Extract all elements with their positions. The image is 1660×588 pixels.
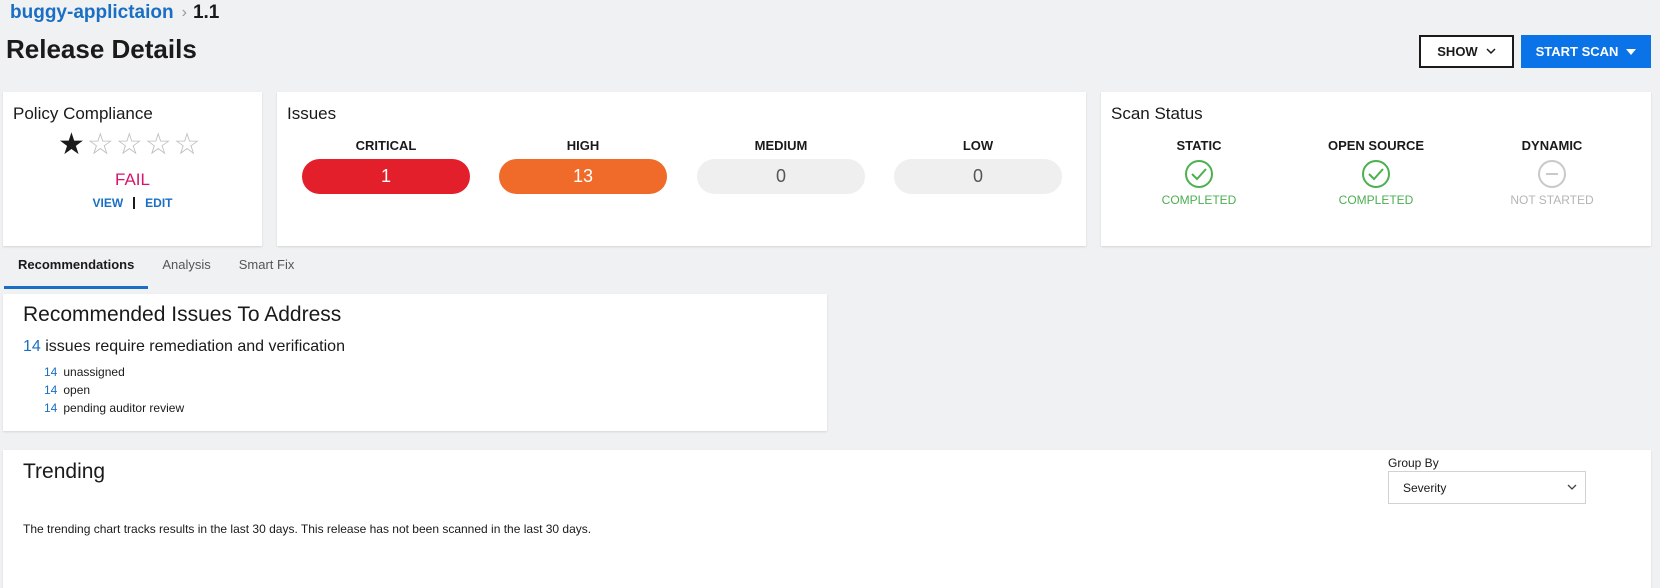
policy-links: VIEW EDIT: [3, 196, 262, 210]
item-text: open: [63, 383, 91, 397]
recommendations-summary: 14 issues require remediation and verifi…: [23, 338, 345, 356]
trending-title: Trending: [23, 460, 106, 483]
star-empty-icon: ☆: [173, 128, 201, 161]
show-button-label: SHOW: [1437, 44, 1478, 59]
show-button[interactable]: SHOW: [1419, 35, 1514, 68]
severity-count-pill[interactable]: 0: [894, 159, 1062, 194]
severity-label: MEDIUM: [754, 138, 808, 153]
link-divider: [133, 197, 136, 209]
severity-count-pill[interactable]: 0: [697, 159, 865, 194]
start-scan-button[interactable]: START SCAN: [1521, 35, 1651, 68]
group-by-select[interactable]: Severity: [1388, 471, 1586, 504]
star-empty-icon: ☆: [115, 128, 143, 161]
breadcrumb-app-link[interactable]: buggy-applictaion: [10, 2, 174, 24]
star-empty-icon: ☆: [86, 128, 114, 161]
scan-status-text: NOT STARTED: [1510, 193, 1594, 207]
check-circle-icon: [1185, 160, 1213, 188]
start-scan-button-label: START SCAN: [1535, 44, 1619, 59]
tab-analysis[interactable]: Analysis: [148, 253, 224, 289]
breadcrumb: buggy-applictaion › 1.1: [10, 2, 219, 24]
caret-down-icon: [1626, 48, 1637, 55]
star-rating: ★ ☆ ☆ ☆ ☆: [58, 130, 201, 160]
scan-open-source: OPEN SOURCE COMPLETED: [1301, 138, 1451, 207]
star-filled-icon: ★: [58, 128, 85, 161]
summary-text: issues require remediation and verificat…: [45, 338, 345, 355]
trending-note: The trending chart tracks results in the…: [23, 522, 592, 536]
recommendations-title: Recommended Issues To Address: [23, 303, 342, 326]
page-title: Release Details: [6, 34, 197, 64]
edit-link[interactable]: EDIT: [145, 196, 172, 210]
policy-compliance-card: Policy Compliance ★ ☆ ☆ ☆ ☆ FAIL VIEW ED…: [3, 92, 262, 246]
item-count-link[interactable]: 14: [44, 401, 57, 415]
scan-type-label: STATIC: [1176, 138, 1222, 153]
severity-count-pill[interactable]: 1: [302, 159, 470, 194]
tab-recommendations[interactable]: Recommendations: [4, 253, 149, 289]
scan-static: STATIC COMPLETED: [1124, 138, 1274, 207]
tab-smart-fix[interactable]: Smart Fix: [225, 253, 309, 289]
check-circle-icon: [1362, 160, 1390, 188]
item-text: pending auditor review: [63, 401, 185, 415]
scan-status-title: Scan Status: [1111, 104, 1203, 123]
scan-status-text: COMPLETED: [1161, 193, 1237, 207]
severity-medium: MEDIUM 0: [697, 138, 865, 194]
scan-type-label: DYNAMIC: [1521, 138, 1583, 153]
tab-bar: Recommendations Analysis Smart Fix: [4, 253, 308, 289]
scan-status-text: COMPLETED: [1338, 193, 1414, 207]
chevron-right-icon: ›: [181, 4, 187, 21]
star-empty-icon: ☆: [144, 128, 172, 161]
list-item: 14 unassigned: [44, 363, 184, 381]
summary-count-link[interactable]: 14: [23, 338, 41, 355]
group-by-label: Group By: [1388, 456, 1439, 470]
severity-label: CRITICAL: [355, 138, 417, 153]
severity-label: HIGH: [566, 138, 600, 153]
list-item: 14 pending auditor review: [44, 399, 184, 417]
severity-count-pill[interactable]: 13: [499, 159, 667, 194]
chevron-down-icon: [1486, 48, 1496, 55]
chevron-down-icon: [1567, 484, 1577, 490]
recommendations-list: 14 unassigned 14 open 14 pending auditor re…: [44, 363, 184, 417]
trending-card: Trending Group By Severity The trending …: [3, 450, 1651, 588]
scan-type-label: OPEN SOURCE: [1327, 138, 1425, 153]
scan-status-card: Scan Status STATIC COMPLETED OPEN SOURCE…: [1101, 92, 1651, 246]
recommendations-card: Recommended Issues To Address 14 issues …: [3, 294, 827, 431]
minus-circle-icon: [1538, 160, 1566, 188]
scan-dynamic: DYNAMIC NOT STARTED: [1477, 138, 1627, 207]
severity-critical: CRITICAL 1: [302, 138, 470, 194]
severity-low: LOW 0: [894, 138, 1062, 194]
item-count-link[interactable]: 14: [44, 365, 57, 379]
item-text: unassigned: [63, 365, 125, 379]
item-count-link[interactable]: 14: [44, 383, 57, 397]
view-link[interactable]: VIEW: [92, 196, 123, 210]
group-by-value: Severity: [1403, 480, 1447, 495]
policy-compliance-title: Policy Compliance: [13, 104, 153, 123]
issues-card: Issues CRITICAL 1 HIGH 13 MEDIUM 0 LOW 0: [277, 92, 1086, 246]
breadcrumb-version: 1.1: [192, 2, 220, 23]
list-item: 14 open: [44, 381, 184, 399]
severity-label: LOW: [962, 138, 994, 153]
issues-title: Issues: [287, 104, 337, 123]
policy-status: FAIL: [115, 170, 150, 189]
severity-high: HIGH 13: [499, 138, 667, 194]
